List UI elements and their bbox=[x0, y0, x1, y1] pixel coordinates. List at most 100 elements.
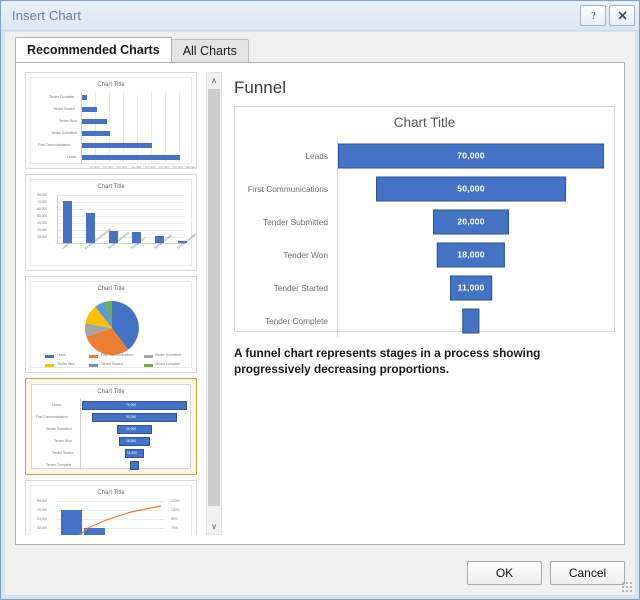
funnel-data-label: 11,000 bbox=[457, 282, 485, 293]
legend-swatch bbox=[89, 355, 98, 358]
legend-label: Tender Complete bbox=[155, 362, 181, 366]
thumbnail-bar-chart[interactable]: Chart Title Tender Complete Tender Start… bbox=[25, 72, 197, 169]
gridline bbox=[109, 92, 110, 164]
thumbnail-pareto-chart[interactable]: Chart Title 80,000 70,000 60,000 50,000 … bbox=[25, 480, 197, 535]
thumbnail-funnel-chart-title: Chart Title bbox=[97, 389, 125, 395]
funnel-data-label: 70,000 bbox=[457, 150, 485, 161]
tick-label: 30,000 bbox=[117, 166, 128, 169]
help-button[interactable]: ? bbox=[580, 5, 606, 26]
legend-label: Tender Submitted bbox=[155, 353, 181, 357]
gridline bbox=[137, 92, 138, 164]
tick-label: 20,000 bbox=[103, 166, 114, 169]
data-label: 50,000 bbox=[126, 415, 137, 419]
tick-label: 50,000 bbox=[37, 526, 48, 530]
thumbnail-bar-chart-canvas: Chart Title Tender Complete Tender Start… bbox=[30, 77, 196, 168]
chart-title: Chart Title bbox=[393, 115, 456, 130]
legend-swatch bbox=[144, 355, 153, 358]
tick-label: 60,000 bbox=[37, 517, 48, 521]
category-label: Tender Won bbox=[54, 439, 72, 443]
category-label: Tender Started bbox=[53, 107, 75, 111]
close-button[interactable] bbox=[609, 5, 635, 26]
tick-label: 120% bbox=[171, 499, 180, 503]
tab-recommended-charts-label: Recommended Charts bbox=[27, 43, 160, 57]
scroll-down-arrow-icon[interactable]: ∨ bbox=[207, 519, 221, 534]
category-label: First Communications bbox=[36, 415, 68, 419]
funnel-row: First Communications 50,000 bbox=[235, 172, 604, 205]
thumbnail-list-scrollbar[interactable]: ∧ ∨ bbox=[206, 72, 222, 535]
axis-line bbox=[81, 92, 82, 164]
tick-label: 10,000 bbox=[89, 166, 100, 169]
category-label: Tender Won bbox=[59, 119, 77, 123]
tab-recommended-charts[interactable]: Recommended Charts bbox=[15, 37, 172, 62]
chart-type-heading: Funnel bbox=[234, 78, 286, 97]
cumulative-line bbox=[78, 505, 162, 535]
thumbnail-pie-chart[interactable]: Chart Title Leads First Communications T… bbox=[25, 276, 197, 373]
title-bar: Insert Chart ? bbox=[1, 1, 639, 31]
tick-label: 70,000 bbox=[173, 166, 184, 169]
tick-label: 80,000 bbox=[37, 193, 48, 197]
axis-line bbox=[80, 398, 81, 470]
gridline bbox=[95, 92, 96, 164]
funnel-row: Leads 70,000 bbox=[235, 139, 604, 172]
thumbnail-funnel-chart[interactable]: Chart Title Leads First Communications T… bbox=[25, 378, 197, 475]
tick-label: 60,000 bbox=[37, 207, 48, 211]
funnel-bar-track: 20,000 bbox=[337, 205, 604, 238]
legend-label: First Communications bbox=[101, 353, 133, 357]
tick-label: 40,000 bbox=[37, 221, 48, 225]
bar bbox=[63, 201, 72, 243]
data-label: 18,000 bbox=[126, 439, 137, 443]
category-label: Tender Submitted bbox=[46, 427, 72, 431]
funnel-bar-track: 11,000 bbox=[337, 271, 604, 304]
tick-label: 80,000 bbox=[37, 499, 48, 503]
data-label: 20,000 bbox=[126, 427, 137, 431]
scrollbar-thumb[interactable] bbox=[208, 89, 220, 506]
ok-button-label: OK bbox=[495, 566, 514, 580]
legend-label: Leads bbox=[57, 353, 66, 357]
gridline bbox=[57, 223, 185, 224]
funnel-bar: 18,000 bbox=[436, 242, 506, 267]
thumbnail-column-chart-title: Chart Title bbox=[97, 184, 125, 190]
tick-label: 70,000 bbox=[37, 508, 48, 512]
recommended-chart-thumbnail-list[interactable]: Chart Title Tender Complete Tender Start… bbox=[25, 72, 203, 535]
gridline bbox=[165, 92, 166, 164]
funnel-bar: 11,000 bbox=[450, 275, 492, 300]
thumbnail-column-chart[interactable]: Chart Title 80,000 70,000 60,000 50,000 … bbox=[25, 174, 197, 271]
funnel-row: Tender Complete bbox=[235, 304, 604, 337]
dialog-client-area: Recommended Charts All Charts Chart Titl… bbox=[5, 32, 635, 595]
funnel-data-label: 20,000 bbox=[457, 216, 485, 227]
funnel-bar bbox=[462, 308, 480, 333]
funnel-bar: 50,000 bbox=[376, 176, 566, 201]
data-label: 70,000 bbox=[126, 403, 137, 407]
funnel-category-label: Tender Started bbox=[273, 282, 328, 293]
funnel-plot-area: Leads 70,000 First Communications 50,000… bbox=[235, 139, 604, 337]
resize-grip[interactable] bbox=[621, 581, 633, 593]
funnel-bar-track bbox=[337, 304, 604, 337]
gridline bbox=[57, 195, 185, 196]
tick-label: 50,000 bbox=[145, 166, 156, 169]
chart-preview-pane: Funnel Chart Title Leads 70,000 First Co… bbox=[228, 72, 615, 535]
category-label: Leads bbox=[52, 403, 61, 407]
chart-type-description: A funnel chart represents stages in a pr… bbox=[234, 346, 541, 376]
funnel-bar-track: 70,000 bbox=[337, 139, 604, 172]
funnel-bar bbox=[130, 461, 139, 470]
gridline bbox=[57, 216, 185, 217]
tick-label: 60,000 bbox=[159, 166, 170, 169]
tick-label: 20,000 bbox=[37, 235, 48, 239]
thumbnail-bar-chart-title: Chart Title bbox=[97, 82, 125, 88]
funnel-row: Tender Started 11,000 bbox=[235, 271, 604, 304]
funnel-category-label: First Communications bbox=[247, 183, 328, 194]
tick-label: 40,000 bbox=[131, 166, 142, 169]
scroll-up-arrow-icon[interactable]: ∧ bbox=[207, 73, 221, 88]
legend-label: Tender Won bbox=[57, 362, 75, 366]
cancel-button[interactable]: Cancel bbox=[550, 561, 625, 585]
tick-label: 70,000 bbox=[37, 200, 48, 204]
funnel-data-label: 50,000 bbox=[457, 183, 485, 194]
tab-all-charts-label: All Charts bbox=[182, 44, 237, 58]
tab-all-charts[interactable]: All Charts bbox=[170, 39, 249, 62]
legend-swatch bbox=[45, 364, 54, 367]
gridline bbox=[57, 202, 185, 203]
thumbnail-funnel-chart-canvas: Chart Title Leads First Communications T… bbox=[31, 384, 191, 470]
svg-text:?: ? bbox=[591, 11, 596, 21]
ok-button[interactable]: OK bbox=[467, 561, 542, 585]
gridline bbox=[151, 92, 152, 164]
